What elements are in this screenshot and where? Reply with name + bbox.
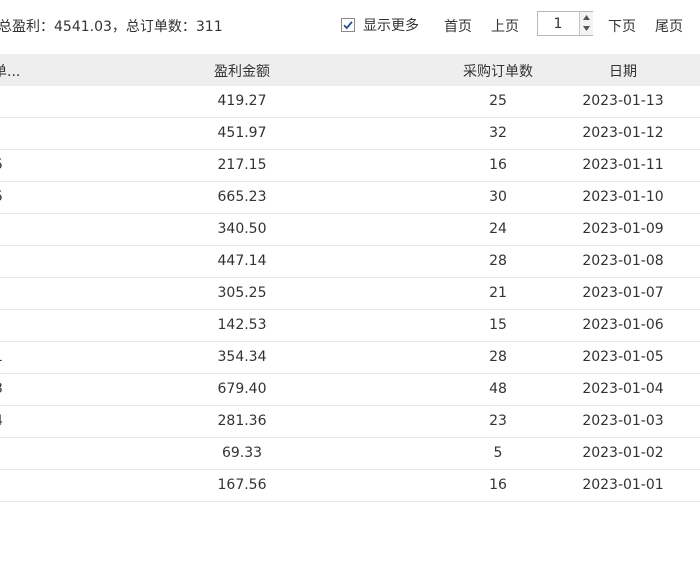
order-count-cell: 21 <box>489 285 507 301</box>
table-row[interactable]: 451.97 32 2023-01-12 <box>0 118 700 150</box>
profit-cell: 354.34 <box>217 349 267 365</box>
table-row[interactable]: 142.53 15 2023-01-06 <box>0 310 700 342</box>
date-cell: 2023-01-12 <box>582 125 664 141</box>
profit-cell: 167.56 <box>217 477 267 493</box>
last-page-button[interactable]: 尾页 <box>655 16 683 36</box>
table-row[interactable]: 340.50 24 2023-01-09 <box>0 214 700 246</box>
order-cell: 1 <box>0 349 3 365</box>
prev-page-button[interactable]: 上页 <box>491 16 519 36</box>
profit-cell: 281.36 <box>217 413 267 429</box>
profit-cell: 217.15 <box>217 157 267 173</box>
order-cell: 4 <box>0 413 3 429</box>
table-row[interactable]: 3 679.40 48 2023-01-04 <box>0 374 700 406</box>
profit-cell: 679.40 <box>217 381 267 397</box>
order-count-cell: 28 <box>489 349 507 365</box>
order-count-cell: 16 <box>489 157 507 173</box>
profit-cell: 665.23 <box>217 189 267 205</box>
order-cell: 5 <box>0 189 3 205</box>
show-more-label: 显示更多 <box>363 18 419 34</box>
show-more-toggle[interactable]: 显示更多 <box>341 15 419 35</box>
profit-cell: 69.33 <box>221 445 263 461</box>
order-cell: 5 <box>0 157 3 173</box>
page-number-input[interactable] <box>538 12 578 35</box>
chevron-down-icon <box>583 26 590 31</box>
date-cell: 2023-01-04 <box>582 381 664 397</box>
next-page-button[interactable]: 下页 <box>608 16 636 36</box>
order-count-cell: 24 <box>489 221 507 237</box>
column-header-profit[interactable]: 盈利金额 <box>180 61 304 81</box>
date-cell: 2023-01-13 <box>582 93 664 109</box>
profit-cell: 142.53 <box>217 317 267 333</box>
date-cell: 2023-01-06 <box>582 317 664 333</box>
date-cell: 2023-01-10 <box>582 189 664 205</box>
profit-cell: 451.97 <box>217 125 267 141</box>
order-count-cell: 32 <box>489 125 507 141</box>
checkmark-icon <box>343 21 353 30</box>
table-row[interactable]: 419.27 25 2023-01-13 <box>0 86 700 118</box>
page-down-button[interactable] <box>579 23 593 35</box>
order-count-cell: 30 <box>489 189 507 205</box>
profit-cell: 419.27 <box>217 93 267 109</box>
table-row[interactable]: 305.25 21 2023-01-07 <box>0 278 700 310</box>
date-cell: 2023-01-05 <box>582 349 664 365</box>
column-header-order-count[interactable]: 采购订单数 <box>438 61 558 81</box>
profit-cell: 447.14 <box>217 253 267 269</box>
table-row[interactable]: 69.33 5 2023-01-02 <box>0 438 700 470</box>
table-row[interactable]: 447.14 28 2023-01-08 <box>0 246 700 278</box>
first-page-button[interactable]: 首页 <box>444 16 472 36</box>
date-cell: 2023-01-08 <box>582 253 664 269</box>
order-cell: 3 <box>0 381 3 397</box>
date-cell: 2023-01-01 <box>582 477 664 493</box>
table-row[interactable]: 1 354.34 28 2023-01-05 <box>0 342 700 374</box>
data-table: 单... 盈利金额 采购订单数 日期 419.27 25 2023-01-13 … <box>0 54 700 502</box>
order-count-cell: 15 <box>489 317 507 333</box>
date-cell: 2023-01-09 <box>582 221 664 237</box>
chevron-up-icon <box>583 15 590 20</box>
date-cell: 2023-01-02 <box>582 445 664 461</box>
table-row[interactable]: 4 281.36 23 2023-01-03 <box>0 406 700 438</box>
date-cell: 2023-01-07 <box>582 285 664 301</box>
summary-text: 总盈利：4541.03，总订单数：311 <box>0 19 223 35</box>
table-row[interactable]: 5 217.15 16 2023-01-11 <box>0 150 700 182</box>
column-header-order[interactable]: 单... <box>0 61 20 81</box>
order-count-cell: 23 <box>489 413 507 429</box>
date-cell: 2023-01-11 <box>582 157 664 173</box>
column-header-date[interactable]: 日期 <box>570 61 676 81</box>
date-cell: 2023-01-03 <box>582 413 664 429</box>
show-more-checkbox[interactable] <box>341 18 355 32</box>
order-count-cell: 25 <box>489 93 507 109</box>
profit-cell: 340.50 <box>217 221 267 237</box>
order-count-cell: 5 <box>493 445 503 461</box>
profit-cell: 305.25 <box>217 285 267 301</box>
order-count-cell: 16 <box>489 477 507 493</box>
page-number-stepper[interactable] <box>537 11 593 36</box>
order-count-cell: 48 <box>489 381 507 397</box>
order-count-cell: 28 <box>489 253 507 269</box>
table-row[interactable]: 167.56 16 2023-01-01 <box>0 470 700 502</box>
table-row[interactable]: 5 665.23 30 2023-01-10 <box>0 182 700 214</box>
table-header: 单... 盈利金额 采购订单数 日期 <box>0 54 700 86</box>
toolbar: 总盈利：4541.03，总订单数：311 显示更多 首页 上页 下页 尾页 <box>0 0 700 50</box>
